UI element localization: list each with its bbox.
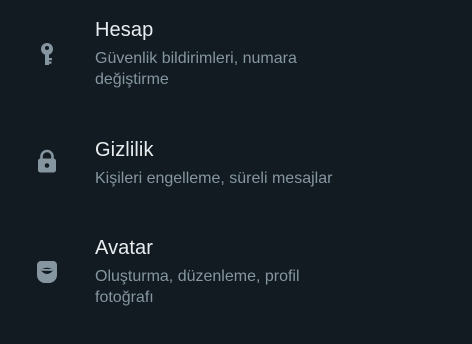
settings-item-avatar[interactable]: Avatar Oluşturma, düzenleme, profil foto… — [0, 218, 472, 344]
settings-item-subtitle: Kişileri engelleme, süreli mesajlar — [95, 170, 333, 187]
settings-item-title: Gizlilik — [95, 139, 154, 161]
settings-item-text: Gizlilik Kişileri engelleme, süreli mesa… — [95, 138, 456, 189]
lock-icon — [34, 148, 60, 174]
settings-item-privacy[interactable]: Gizlilik Kişileri engelleme, süreli mesa… — [0, 118, 472, 218]
settings-item-title: Avatar — [95, 237, 154, 259]
settings-list: Hesap Güvenlik bildirimleri, numara deği… — [0, 0, 472, 344]
settings-item-subtitle: Güvenlik bildirimleri, numara değiştirme — [95, 50, 297, 88]
settings-item-text: Hesap Güvenlik bildirimleri, numara deği… — [95, 18, 456, 90]
settings-item-subtitle: Oluşturma, düzenleme, profil fotoğrafı — [95, 268, 300, 306]
settings-item-account[interactable]: Hesap Güvenlik bildirimleri, numara deği… — [0, 0, 472, 112]
key-icon — [34, 41, 60, 67]
settings-item-text: Avatar Oluşturma, düzenleme, profil foto… — [95, 236, 456, 308]
avatar-icon — [34, 259, 60, 285]
settings-item-title: Hesap — [95, 19, 154, 41]
